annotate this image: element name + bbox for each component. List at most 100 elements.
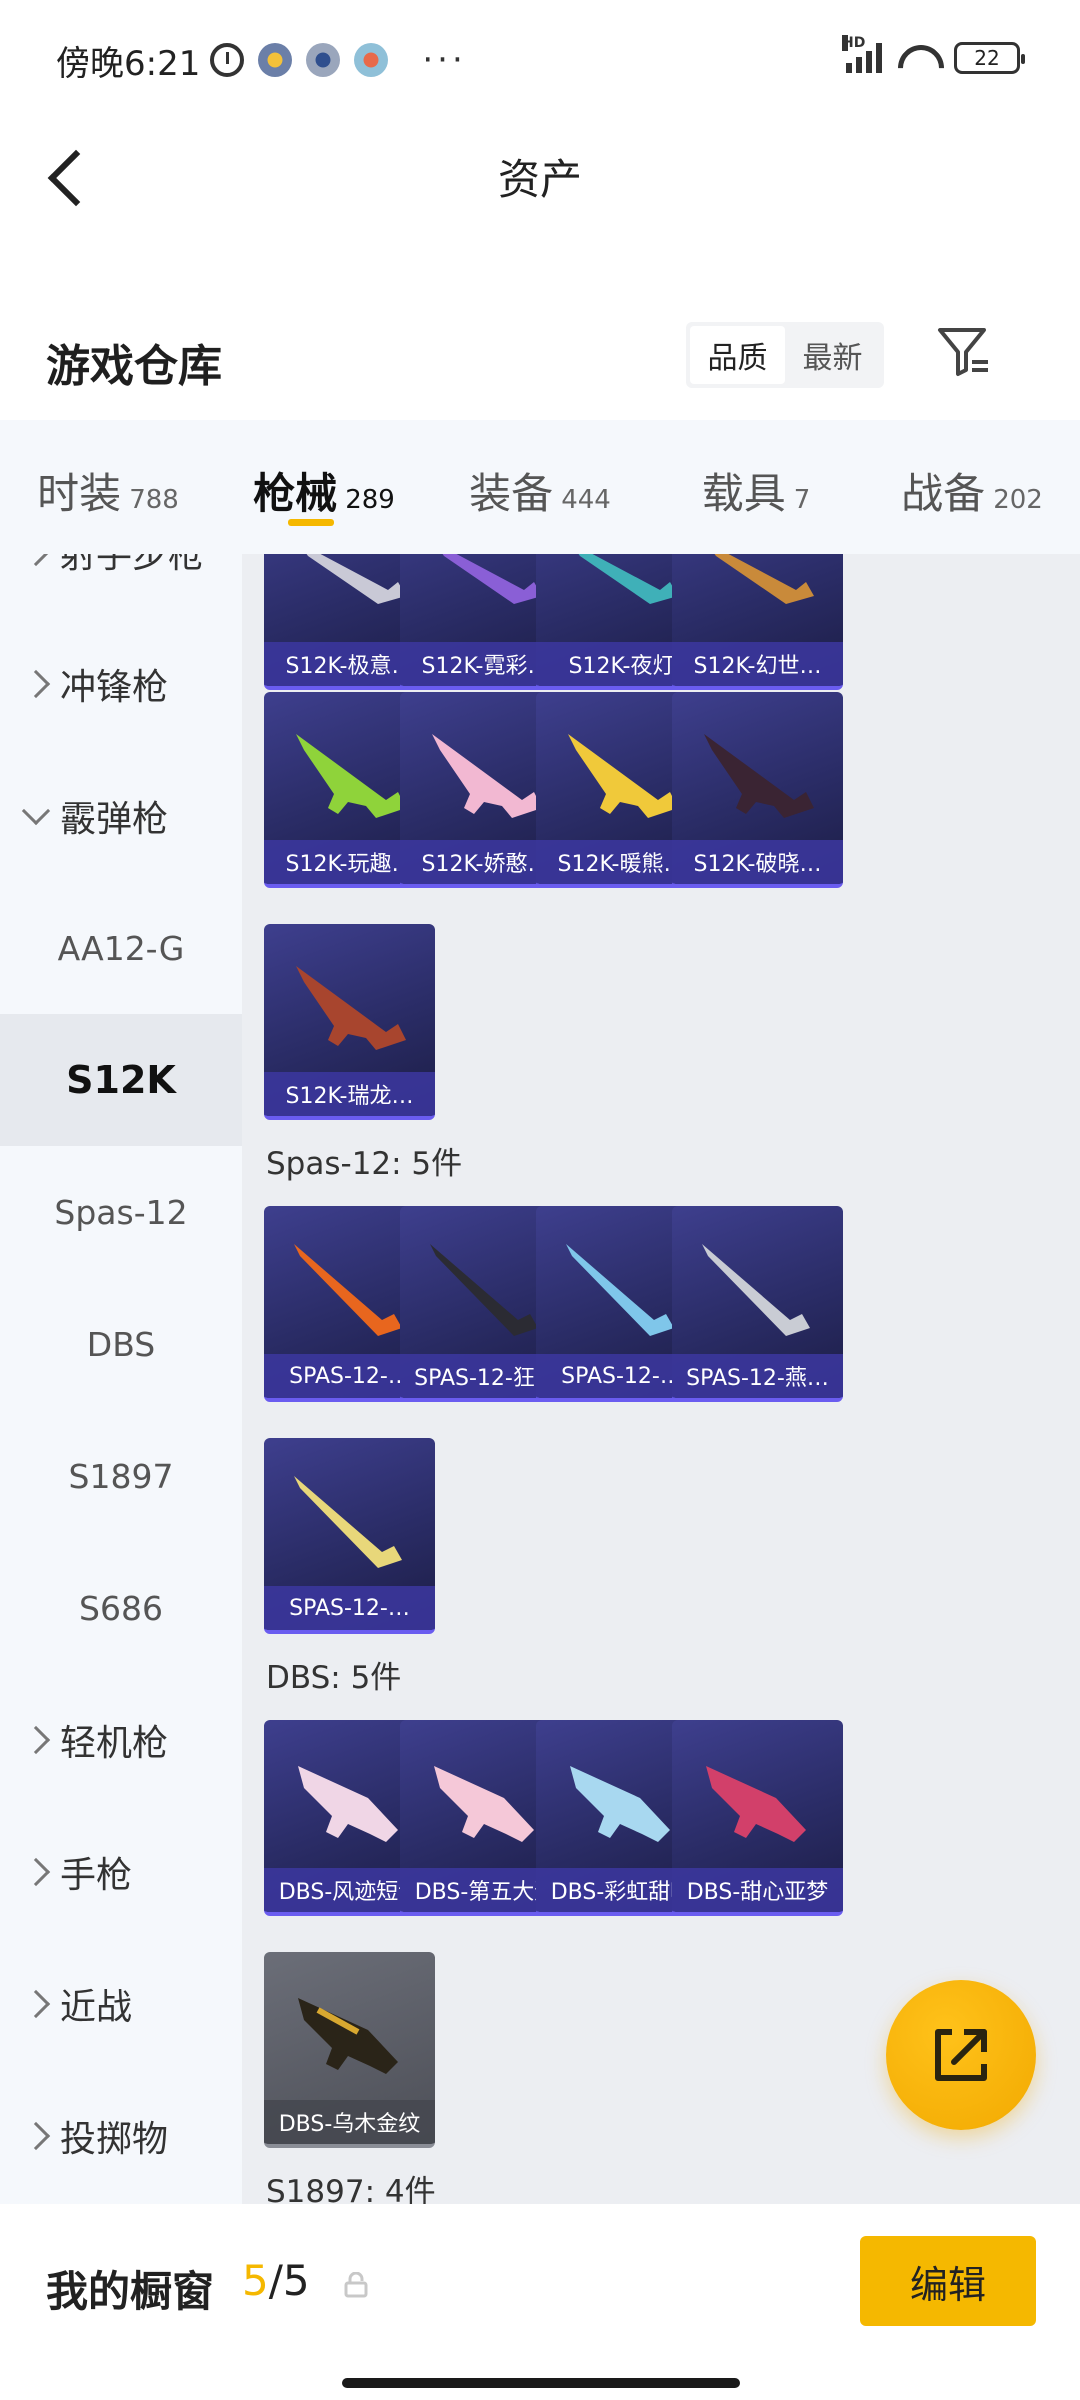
sidebar-item-s686[interactable]: S686 <box>0 1542 242 1674</box>
card-label: SPAS-12-燕… <box>672 1354 843 1398</box>
section-header-s1897: S1897: 4件 <box>266 2174 436 2204</box>
card-label: S12K-破晓… <box>672 840 843 884</box>
card-label: DBS-乌木金纹 <box>264 2100 435 2144</box>
shotgun-skin-image <box>296 966 406 1050</box>
sidebar-item-label: 射手步枪 <box>60 554 205 576</box>
tab-count: 7 <box>793 485 811 515</box>
battery-level: 22 <box>974 46 1000 70</box>
sidebar-item-s12k[interactable]: S12K <box>0 1014 242 1146</box>
sidebar-item-throwable[interactable]: 投掷物 <box>0 2070 242 2202</box>
tab-count: 289 <box>345 485 395 515</box>
status-icons-right: HD 22 <box>842 35 1025 74</box>
app-notification-icon <box>258 43 293 77</box>
sidebar-item-pistol[interactable]: 手枪 <box>0 1806 242 1938</box>
weapon-skin-grid: S12K-极意… S12K-霓彩… S12K-夜灯 S12K-幻世… S12K-… <box>242 554 1080 2204</box>
sort-newest-button[interactable]: 最新 <box>785 326 880 384</box>
tab-vehicles[interactable]: 载具 7 <box>648 420 864 554</box>
alarm-icon <box>210 43 245 77</box>
chevron-right-icon <box>21 1989 51 2019</box>
status-icons-left: ··· <box>210 40 466 80</box>
weapon-skin-card[interactable]: S12K-破晓… <box>672 692 843 888</box>
tab-equipment[interactable]: 装备 444 <box>432 420 648 554</box>
category-tabs: 时装 788 枪械 289 装备 444 载具 7 战备 202 <box>0 420 1080 554</box>
tab-supplies[interactable]: 战备 202 <box>864 420 1080 554</box>
home-indicator[interactable] <box>342 2378 740 2388</box>
weapon-skin-card[interactable]: SPAS-12-… <box>264 1438 435 1634</box>
share-icon <box>935 2029 987 2081</box>
lock-icon <box>344 2272 368 2298</box>
card-label: S12K-幻世… <box>672 642 843 686</box>
section-header-dbs: DBS: 5件 <box>266 1660 402 1696</box>
tab-label: 战备 <box>901 469 986 518</box>
tab-firearms[interactable]: 枪械 289 <box>216 420 432 554</box>
chevron-down-icon <box>21 796 51 826</box>
sidebar-item-shotgun[interactable]: 霰弹枪 <box>0 750 242 882</box>
sidebar-item-melee[interactable]: 近战 <box>0 1938 242 2070</box>
showcase-bar: 我的橱窗 5/5 编辑 <box>0 2204 1080 2400</box>
showcase-current: 5 <box>242 2256 269 2305</box>
shotgun-skin-image <box>298 1998 398 2074</box>
sidebar-item-spas12[interactable]: Spas-12 <box>0 1146 242 1278</box>
title-bar: 资产 <box>0 120 1080 230</box>
card-label: DBS-甜心亚梦 <box>672 1868 843 1912</box>
network-type: HD <box>842 35 866 51</box>
tab-label: 装备 <box>469 469 554 518</box>
sort-quality-button[interactable]: 品质 <box>690 326 785 384</box>
sidebar-item-label: 霰弹枪 <box>60 799 169 840</box>
wifi-icon <box>896 43 940 73</box>
sidebar-item-aa12g[interactable]: AA12-G <box>0 882 242 1014</box>
weapon-category-sidebar: 射手步枪 冲锋枪 霰弹枪 AA12-G S12K Spas-12 DBS S18… <box>0 554 242 2204</box>
card-label: SPAS-12-… <box>264 1586 435 1630</box>
filter-button[interactable] <box>936 324 992 380</box>
tab-fashion[interactable]: 时装 788 <box>0 420 216 554</box>
chevron-right-icon <box>21 1857 51 1887</box>
section-header-spas12: Spas-12: 5件 <box>266 1146 463 1182</box>
weapon-skin-card[interactable]: DBS-甜心亚梦 <box>672 1720 843 1916</box>
battery-icon: 22 <box>954 42 1025 74</box>
shotgun-skin-image <box>706 1766 806 1842</box>
chevron-right-icon <box>21 669 51 699</box>
chevron-right-icon <box>21 1725 51 1755</box>
weapon-skin-card[interactable]: S12K-瑞龙… <box>264 924 435 1120</box>
sidebar-item-lmg[interactable]: 轻机枪 <box>0 1674 242 1806</box>
card-label: S12K-瑞龙… <box>264 1072 435 1116</box>
sidebar-item-dbs[interactable]: DBS <box>0 1278 242 1410</box>
edit-button[interactable]: 编辑 <box>860 2236 1036 2326</box>
chevron-right-icon <box>21 554 51 567</box>
share-button[interactable] <box>886 1980 1036 2130</box>
shotgun-skin-image <box>294 1476 402 1568</box>
chevron-right-icon <box>21 2121 51 2151</box>
more-notifications-icon: ··· <box>422 40 467 80</box>
sidebar-item-label: 投掷物 <box>60 2119 169 2160</box>
app-notification-icon <box>306 43 341 77</box>
sidebar-item-s1897[interactable]: S1897 <box>0 1410 242 1542</box>
showcase-label: 我的橱窗 <box>46 2267 215 2316</box>
tab-label: 载具 <box>701 469 786 518</box>
status-time: 傍晚6:21 <box>56 43 201 84</box>
shotgun-skin-image <box>714 554 814 604</box>
weapon-skin-card[interactable]: DBS-乌木金纹 <box>264 1952 435 2148</box>
app-notification-icon <box>354 43 389 77</box>
tab-count: 788 <box>129 485 179 515</box>
active-tab-indicator <box>288 519 334 526</box>
showcase-count: 5/5 <box>242 2256 310 2305</box>
page-title: 资产 <box>497 155 582 204</box>
sidebar-item-label: 轻机枪 <box>60 1723 169 1764</box>
shotgun-skin-image <box>702 1244 810 1336</box>
sidebar-item-marksman-rifle[interactable]: 射手步枪 <box>0 554 242 618</box>
filter-icon <box>938 328 988 376</box>
shotgun-skin-image <box>704 734 814 818</box>
sidebar-item-label: 手枪 <box>60 1855 133 1896</box>
tab-label: 时装 <box>37 469 122 518</box>
sidebar-item-label: 近战 <box>60 1987 133 2028</box>
showcase-separator: / <box>268 2256 283 2305</box>
tab-label: 枪械 <box>253 469 338 518</box>
showcase-total: 5 <box>282 2256 310 2305</box>
weapon-skin-card[interactable]: S12K-幻世… <box>672 554 843 690</box>
status-bar: 傍晚6:21 ··· HD 22 <box>0 0 1080 120</box>
weapon-skin-card[interactable]: SPAS-12-燕… <box>672 1206 843 1402</box>
warehouse-title: 游戏仓库 <box>46 341 222 392</box>
sort-toggle: 品质 最新 <box>686 322 884 388</box>
sidebar-item-smg[interactable]: 冲锋枪 <box>0 618 242 750</box>
signal-icon: HD <box>842 35 882 73</box>
